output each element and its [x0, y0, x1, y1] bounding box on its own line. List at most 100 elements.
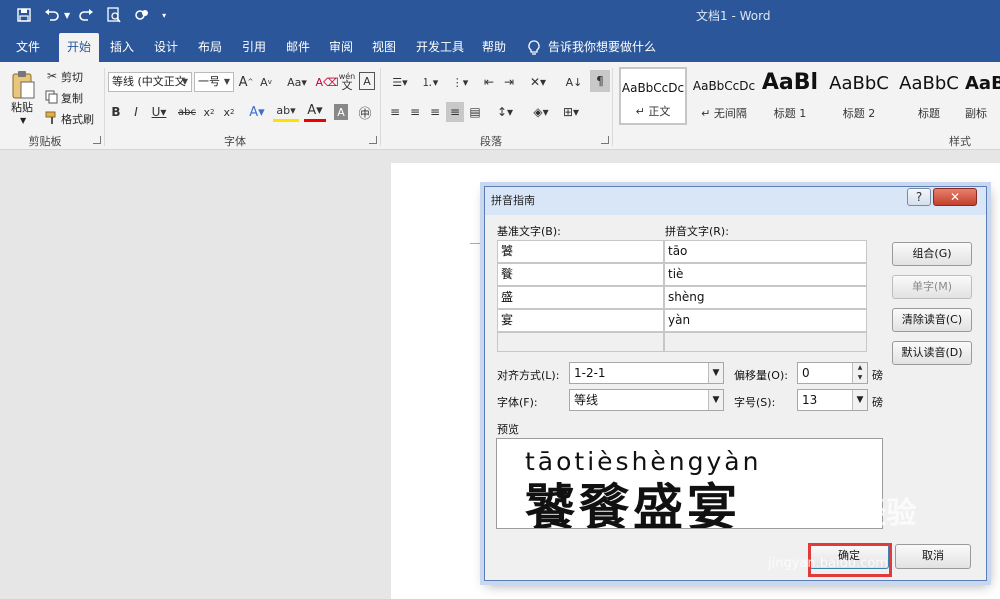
- char-border-icon[interactable]: A: [359, 72, 375, 90]
- tab-file[interactable]: 文件: [6, 33, 50, 62]
- phonetic-guide-icon[interactable]: wén 文: [338, 70, 356, 92]
- font-label: 字体(F):: [497, 396, 538, 409]
- align-right-icon[interactable]: ≡: [426, 102, 444, 122]
- increase-indent-icon[interactable]: ⇥: [500, 72, 518, 92]
- style-title[interactable]: AaBbC 标题: [895, 67, 963, 125]
- highlight-icon[interactable]: ab▾: [273, 102, 299, 122]
- underline-icon[interactable]: U▾: [148, 102, 170, 122]
- base-cell[interactable]: 饕: [497, 240, 664, 263]
- alignment-select[interactable]: 1-2-1 ▼: [569, 362, 724, 384]
- base-cell[interactable]: 餮: [497, 263, 664, 286]
- tab-view[interactable]: 视图: [365, 33, 403, 62]
- ruby-cell[interactable]: yàn: [664, 309, 867, 332]
- cut-label[interactable]: 剪切: [61, 69, 83, 85]
- default-reading-button[interactable]: 默认读音(D): [892, 341, 972, 365]
- style-normal[interactable]: AaBbCcDc ↵ 正文: [619, 67, 687, 125]
- tab-help[interactable]: 帮助: [475, 33, 513, 62]
- tab-mailings[interactable]: 邮件: [279, 33, 317, 62]
- font-launcher-icon[interactable]: [369, 136, 377, 144]
- paste-dropdown-icon[interactable]: ▼: [20, 116, 26, 125]
- copy-label[interactable]: 复制: [61, 90, 83, 106]
- tell-me-box[interactable]: 告诉我你想要做什么: [528, 33, 656, 62]
- save-icon[interactable]: [12, 4, 36, 26]
- justify-icon[interactable]: ≡: [446, 102, 464, 122]
- ruby-cell[interactable]: shèng: [664, 286, 867, 309]
- strikethrough-icon[interactable]: abc: [176, 102, 198, 122]
- distribute-icon[interactable]: ▤: [466, 102, 484, 122]
- style-heading-1[interactable]: AaBl 标题 1: [759, 67, 821, 125]
- line-spacing-icon[interactable]: ↕▾: [492, 102, 518, 122]
- numbering-icon[interactable]: ⒈▾: [416, 72, 444, 92]
- print-preview-icon[interactable]: [102, 4, 126, 26]
- font-select[interactable]: 等线 ▼: [569, 389, 724, 411]
- tab-layout[interactable]: 布局: [191, 33, 229, 62]
- cancel-button[interactable]: 取消: [895, 544, 971, 569]
- qat-more-icon[interactable]: ▾: [162, 11, 166, 20]
- borders-icon[interactable]: ⊞▾: [558, 102, 584, 122]
- align-left-icon[interactable]: ≡: [386, 102, 404, 122]
- style-heading-2[interactable]: AaBbC 标题 2: [825, 67, 893, 125]
- ruby-cell[interactable]: tiè: [664, 263, 867, 286]
- base-cell[interactable]: 盛: [497, 286, 664, 309]
- change-case-icon[interactable]: Aa▾: [283, 72, 311, 92]
- multilevel-list-icon[interactable]: ⋮▾: [446, 72, 474, 92]
- undo-icon[interactable]: [40, 4, 64, 26]
- format-painter-icon[interactable]: [44, 110, 60, 126]
- grow-font-icon[interactable]: A ^: [238, 72, 254, 92]
- close-button[interactable]: ✕: [933, 188, 977, 206]
- group-button[interactable]: 组合(G): [892, 242, 972, 266]
- style-subtitle[interactable]: AaBl 副标: [965, 67, 1000, 125]
- paste-label[interactable]: 粘贴: [11, 99, 33, 115]
- paragraph-launcher-icon[interactable]: [601, 136, 609, 144]
- bullets-icon[interactable]: ☰▾: [386, 72, 414, 92]
- italic-icon[interactable]: I: [128, 102, 144, 122]
- subscript-icon[interactable]: x2: [200, 102, 218, 122]
- offset-spinner[interactable]: 0 ▲ ▼: [797, 362, 868, 384]
- spinner-arrows-icon[interactable]: ▲ ▼: [852, 363, 867, 383]
- clear-reading-button[interactable]: 清除读音(C): [892, 308, 972, 332]
- style-name: 标题 1: [773, 107, 807, 120]
- shrink-font-icon[interactable]: Av: [258, 72, 274, 92]
- style-sample: AaBl: [761, 70, 819, 95]
- font-size-combo[interactable]: 一号 ▼: [194, 72, 234, 92]
- copy-icon[interactable]: [44, 89, 60, 105]
- tab-references[interactable]: 引用: [235, 33, 273, 62]
- decrease-indent-icon[interactable]: ⇤: [480, 72, 498, 92]
- text-effects-icon[interactable]: A▾: [246, 102, 268, 122]
- tab-insert[interactable]: 插入: [103, 33, 141, 62]
- font-name-combo[interactable]: 等线 (中文正文 ▼: [108, 72, 192, 92]
- chinese-layout-icon[interactable]: ✕▾: [526, 72, 550, 92]
- ruby-cell[interactable]: tāo: [664, 240, 867, 263]
- tab-review[interactable]: 审阅: [322, 33, 360, 62]
- customize-icon[interactable]: [130, 4, 154, 26]
- ruby-text-label: 拼音文字(R):: [665, 225, 729, 238]
- redo-icon[interactable]: [74, 4, 98, 26]
- styles-gallery: AaBbCcDc ↵ 正文 AaBbCcDc ↵ 无间隔 AaBl 标题 1 A…: [617, 67, 1000, 129]
- clear-format-icon[interactable]: A⌫: [315, 72, 338, 92]
- tab-developer[interactable]: 开发工具: [411, 33, 469, 62]
- font-color-icon[interactable]: A▾: [304, 102, 326, 122]
- char-shading-icon[interactable]: A: [334, 104, 348, 120]
- paste-icon[interactable]: [8, 68, 38, 102]
- size-select[interactable]: 13 ▼: [797, 389, 868, 411]
- mono-button[interactable]: 单字(M): [892, 275, 972, 299]
- align-center-icon[interactable]: ≡: [406, 102, 424, 122]
- bold-icon[interactable]: B: [108, 102, 124, 122]
- help-button[interactable]: ?: [907, 188, 931, 206]
- show-marks-icon[interactable]: ¶: [590, 70, 610, 92]
- base-cell[interactable]: 宴: [497, 309, 664, 332]
- tab-design[interactable]: 设计: [147, 33, 185, 62]
- superscript-icon[interactable]: x2: [220, 102, 238, 122]
- format-painter-label[interactable]: 格式刷: [61, 111, 94, 127]
- scissors-icon[interactable]: ✂: [44, 68, 60, 84]
- clipboard-launcher-icon[interactable]: [93, 136, 101, 144]
- tab-home[interactable]: 开始: [59, 33, 99, 62]
- enclose-char-icon[interactable]: ㊥: [356, 102, 374, 122]
- watermark-logo: Baidu经验: [760, 496, 917, 531]
- chevron-down-icon: ▼: [708, 363, 723, 383]
- shading-icon[interactable]: ◈▾: [528, 102, 554, 122]
- watermark-url: jingyan.baidu.com: [768, 556, 888, 571]
- undo-dropdown-icon[interactable]: ▼: [64, 11, 70, 20]
- style-no-spacing[interactable]: AaBbCcDc ↵ 无间隔: [690, 67, 758, 125]
- sort-icon[interactable]: A↓: [564, 72, 584, 92]
